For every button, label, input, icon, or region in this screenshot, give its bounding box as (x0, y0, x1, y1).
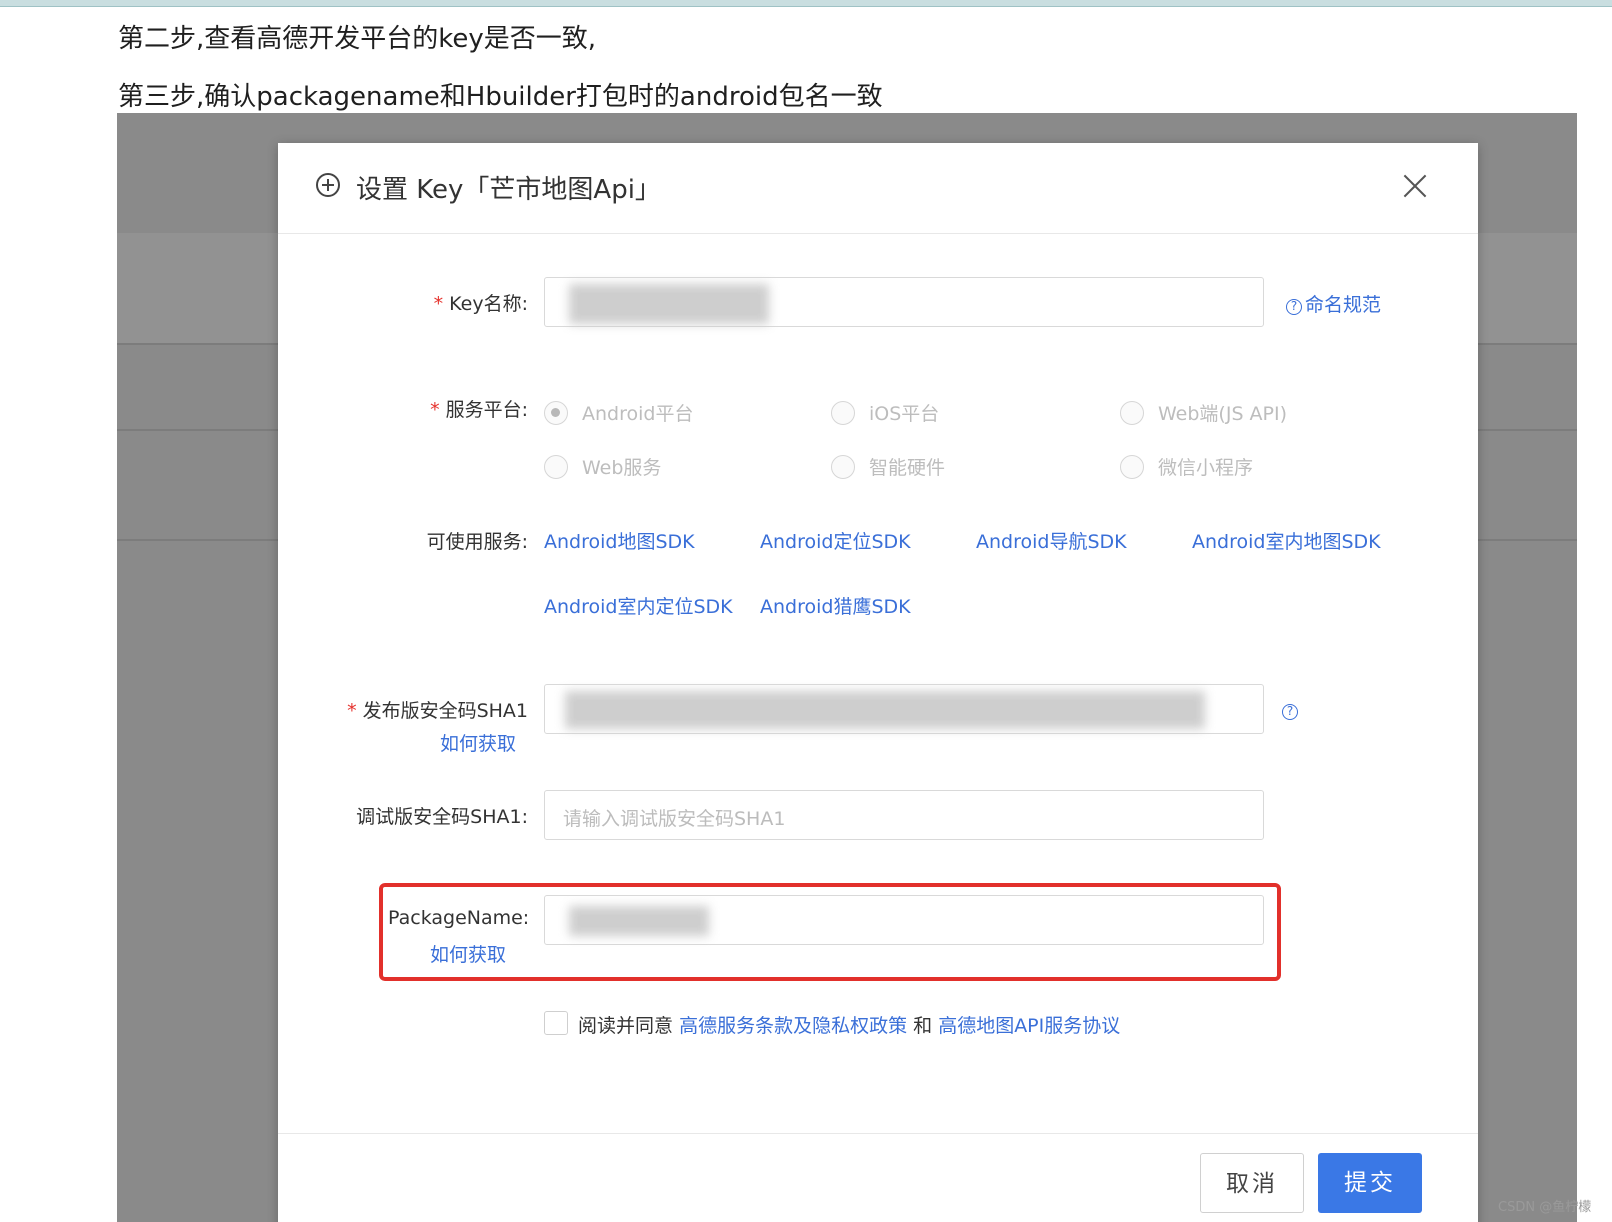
terms-link[interactable]: 高德服务条款及隐私权政策 (679, 1015, 907, 1037)
radio-android[interactable]: Android平台 (544, 399, 693, 426)
plus-circle-icon (316, 173, 340, 197)
release-sha1-label-text: 发布版安全码SHA1 (362, 700, 528, 722)
radio-label: Web服务 (582, 457, 662, 479)
release-sha1-howto-link[interactable]: 如何获取 (440, 729, 516, 756)
service-link[interactable]: Android地图SDK (544, 527, 695, 554)
step-three-text: 第三步,确认packagename和Hbuilder打包时的android包名一… (118, 82, 883, 112)
radio-label: 智能硬件 (869, 457, 946, 479)
step-two-text: 第二步,查看高德开发平台的key是否一致, (118, 24, 597, 54)
radio-smart-hardware[interactable]: 智能硬件 (831, 453, 945, 480)
debug-sha1-input[interactable]: 请输入调试版安全码SHA1 (544, 790, 1264, 840)
service-link[interactable]: Android导航SDK (976, 527, 1127, 554)
platform-label-text: 服务平台: (445, 399, 528, 421)
service-link[interactable]: Android定位SDK (760, 527, 911, 554)
key-name-input[interactable] (544, 277, 1264, 327)
required-mark: * (433, 293, 444, 315)
service-link[interactable]: Android室内地图SDK (1192, 527, 1381, 554)
agree-checkbox[interactable] (544, 1011, 568, 1035)
radio-dot (831, 454, 855, 479)
package-name-label: PackageName: (388, 907, 530, 929)
service-link[interactable]: Android室内定位SDK (544, 592, 733, 619)
agreement-prefix: 阅读并同意 (578, 1015, 674, 1037)
radio-label: Android平台 (582, 403, 694, 425)
agreement-text: 阅读并同意 高德服务条款及隐私权政策 和 高德地图API服务协议 (578, 1011, 1120, 1038)
redacted-value (565, 691, 1205, 729)
radio-ios[interactable]: iOS平台 (831, 399, 939, 426)
top-border (0, 0, 1612, 7)
debug-sha1-label: 调试版安全码SHA1: (356, 806, 528, 828)
radio-dot (831, 400, 855, 425)
dialog-footer-divider (278, 1133, 1478, 1134)
required-mark: * (347, 700, 357, 722)
radio-label: iOS平台 (869, 403, 940, 425)
debug-sha1-placeholder: 请输入调试版安全码SHA1 (563, 808, 786, 830)
help-circle-icon: ? (1286, 299, 1302, 315)
naming-rule-link[interactable]: ? 命名规范 (1286, 290, 1381, 317)
submit-button[interactable]: 提交 (1318, 1153, 1422, 1213)
radio-dot (544, 400, 568, 425)
release-sha1-label: * 发布版安全码SHA1 (328, 696, 528, 723)
radio-label: 微信小程序 (1158, 457, 1254, 479)
release-sha1-input[interactable] (544, 684, 1264, 734)
cancel-button[interactable]: 取消 (1200, 1153, 1304, 1213)
naming-rule-text: 命名规范 (1305, 294, 1382, 316)
services-label: 可使用服务: (426, 531, 528, 553)
close-icon[interactable] (1400, 171, 1430, 201)
dialog-title: 设置 Key「芒市地图Api」 (356, 175, 661, 205)
key-name-label-text: Key名称: (449, 293, 528, 315)
redacted-value (569, 906, 709, 936)
radio-web-service[interactable]: Web服务 (544, 453, 661, 480)
watermark: CSDN @鱼柠檬 (1498, 1200, 1592, 1215)
radio-wechat-miniprogram[interactable]: 微信小程序 (1120, 453, 1253, 480)
package-name-input[interactable] (544, 895, 1264, 945)
api-agreement-link[interactable]: 高德地图API服务协议 (938, 1015, 1120, 1037)
agreement-and: 和 (913, 1015, 933, 1037)
package-name-howto-link[interactable]: 如何获取 (430, 940, 506, 967)
required-mark: * (430, 399, 440, 421)
redacted-value (569, 284, 769, 324)
radio-dot (1120, 400, 1144, 425)
set-key-dialog: 设置 Key「芒市地图Api」 * Key名称: ? 命名规范 * 服务平台: And… (278, 143, 1478, 1222)
service-link[interactable]: Android猎鹰SDK (760, 592, 911, 619)
embedded-screenshot: 设置 Key「芒市地图Api」 * Key名称: ? 命名规范 * 服务平台: And… (117, 113, 1577, 1222)
release-sha1-help[interactable]: ? (1282, 699, 1301, 721)
dialog-header: 设置 Key「芒市地图Api」 (278, 143, 1478, 234)
help-circle-icon: ? (1282, 704, 1298, 720)
platform-label: * 服务平台: (418, 395, 528, 422)
radio-web-js[interactable]: Web端(JS API) (1120, 399, 1287, 426)
radio-dot (544, 454, 568, 479)
radio-label: Web端(JS API) (1158, 403, 1288, 425)
key-name-label: * Key名称: (418, 289, 528, 316)
radio-dot (1120, 454, 1144, 479)
